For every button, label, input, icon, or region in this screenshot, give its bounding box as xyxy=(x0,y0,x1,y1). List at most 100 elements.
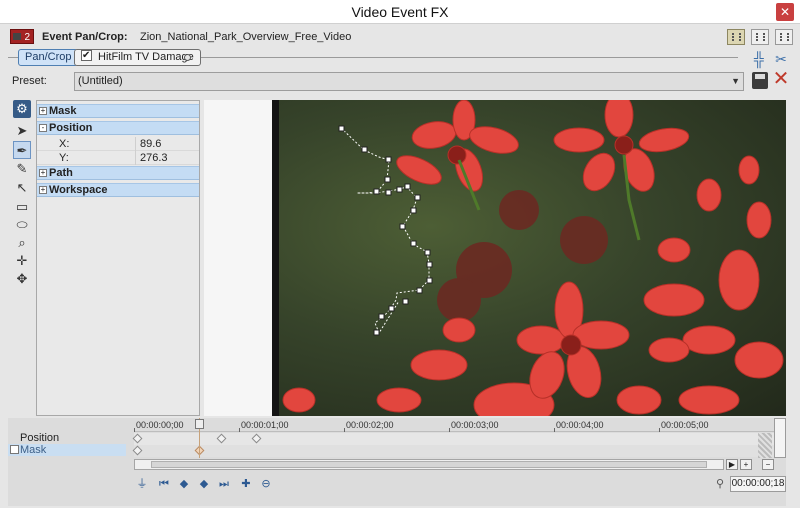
add-keyframe-icon[interactable]: ✚ xyxy=(238,476,254,492)
keyframe-diamond[interactable] xyxy=(251,433,262,444)
workspace-area xyxy=(204,100,272,416)
preview-canvas[interactable] xyxy=(204,100,786,416)
time-ruler[interactable]: 00:00:00;00 00:00:01;00 00:00:02;00 00:0… xyxy=(134,418,774,432)
property-grid: + Mask - Position X: 89.6 Y: 276.3 + Pat… xyxy=(36,100,200,416)
property-label: Y: xyxy=(59,152,69,164)
ellipse-tool-icon[interactable]: ⬭ xyxy=(13,216,31,234)
timeline-end-region xyxy=(758,433,772,458)
tick-label: 00:00:03;00 xyxy=(451,420,499,430)
tick-mark xyxy=(239,428,240,432)
category-path[interactable]: + Path xyxy=(37,166,199,180)
keyframe-diamond[interactable] xyxy=(216,433,227,444)
expand-icon[interactable]: + xyxy=(39,107,47,115)
collapse-icon[interactable]: - xyxy=(39,124,47,132)
delete-keyframe-icon[interactable]: ⊖ xyxy=(258,476,274,492)
bezier-tool-icon[interactable]: ↖ xyxy=(13,179,31,197)
track-position[interactable]: Position xyxy=(8,432,126,444)
tick-mark xyxy=(659,428,660,432)
remove-plugin-icon[interactable]: ✂ xyxy=(772,50,790,68)
rectangle-tool-icon[interactable]: ▭ xyxy=(13,198,31,216)
category-position[interactable]: - Position xyxy=(37,121,199,135)
tick-mark xyxy=(134,428,135,432)
tick-mark xyxy=(344,428,345,432)
cursor-time-display[interactable]: 00:00:00;18 xyxy=(730,476,786,492)
pin-icon[interactable]: ⚲ xyxy=(716,477,726,491)
preset-row: Preset: (Untitled) ▼ xyxy=(0,72,800,92)
zoom-out-button[interactable]: − xyxy=(762,459,774,470)
previous-keyframe-icon[interactable]: ◆ xyxy=(176,476,192,492)
expand-icon[interactable]: + xyxy=(39,169,47,177)
pointer-tool-icon[interactable]: ➤ xyxy=(13,122,31,140)
property-row-y[interactable]: Y: 276.3 xyxy=(37,151,199,165)
first-keyframe-icon[interactable]: ⏮ xyxy=(156,476,172,492)
vertical-scrollbar[interactable] xyxy=(774,418,786,458)
track-label: Mask xyxy=(20,444,47,456)
view-layout-1-button[interactable] xyxy=(727,29,745,45)
bypass-checkbox[interactable] xyxy=(81,48,92,63)
fx-chain-icon xyxy=(13,33,21,40)
anchor-creation-tool-icon[interactable]: ✒ xyxy=(13,141,31,159)
category-label: Path xyxy=(49,167,73,179)
flower-image xyxy=(282,100,784,416)
fx-chain: Pan/Crop HitFilm TV Damage xyxy=(8,48,738,67)
tick-label: 00:00:02;00 xyxy=(346,420,394,430)
chain-item-label: HitFilm TV Damage xyxy=(98,51,194,63)
property-row-x[interactable]: X: 89.6 xyxy=(37,137,199,151)
window-title: Video Event FX xyxy=(351,4,449,20)
chain-item-hitfilm-tv-damage[interactable]: HitFilm TV Damage xyxy=(74,48,201,66)
sync-cursor-icon[interactable]: ⏚ xyxy=(134,476,150,492)
delete-preset-icon[interactable]: ✕ xyxy=(772,68,790,90)
playhead-handle[interactable] xyxy=(195,419,204,429)
view-layout-2-button[interactable] xyxy=(751,29,769,45)
close-button[interactable]: ✕ xyxy=(776,3,794,21)
chain-end-node xyxy=(184,54,191,61)
keyframe-row-mask[interactable] xyxy=(132,445,774,457)
zoom-tool-icon[interactable]: ⌕ xyxy=(13,234,31,252)
keyframe-diamond[interactable] xyxy=(132,433,143,444)
preset-value: (Untitled) xyxy=(78,75,123,87)
move-tool-icon[interactable]: ✥ xyxy=(13,270,31,288)
tick-mark xyxy=(554,428,555,432)
category-label: Workspace xyxy=(49,184,108,196)
tool-strip: ⚙ ➤ ✒ ✎ ↖ ▭ ⬭ ⌕ ✛ ✥ xyxy=(8,98,36,416)
property-value[interactable]: 276.3 xyxy=(135,151,168,165)
keyframe-diamond[interactable] xyxy=(132,445,143,456)
event-header: 2 Event Pan/Crop: Zion_National_Park_Ove… xyxy=(0,26,800,48)
tick-label: 00:00:00;00 xyxy=(136,420,184,430)
layout-icon xyxy=(732,33,741,41)
event-name: Zion_National_Park_Overview_Free_Video xyxy=(140,31,352,43)
view-layout-3-button[interactable] xyxy=(775,29,793,45)
move-anchor-tool-icon[interactable]: ✛ xyxy=(13,252,31,270)
horizontal-scrollbar[interactable] xyxy=(134,459,724,470)
expand-icon[interactable]: + xyxy=(39,186,47,194)
track-list: Position Mask xyxy=(8,432,126,458)
video-frame[interactable] xyxy=(279,100,786,416)
fx-badge[interactable]: 2 xyxy=(10,29,34,44)
property-label: X: xyxy=(59,138,70,150)
save-preset-icon[interactable] xyxy=(752,72,768,89)
category-workspace[interactable]: + Workspace xyxy=(37,183,199,197)
tick-label: 00:00:01;00 xyxy=(241,420,289,430)
track-mask[interactable]: Mask xyxy=(8,444,126,456)
category-mask[interactable]: + Mask xyxy=(37,104,199,118)
chevron-down-icon: ▼ xyxy=(731,76,740,86)
scroll-right-button[interactable]: ▶ xyxy=(726,459,738,470)
chain-item-label: Pan/Crop xyxy=(25,51,72,63)
tick-label: 00:00:04;00 xyxy=(556,420,604,430)
tick-label: 00:00:05;00 xyxy=(661,420,709,430)
pen-tool-icon[interactable]: ✎ xyxy=(13,160,31,178)
preset-dropdown[interactable]: (Untitled) ▼ xyxy=(74,72,744,91)
frame-edge xyxy=(272,100,279,416)
scroll-thumb[interactable] xyxy=(151,461,707,468)
plugin-chain-icon[interactable]: ╬ xyxy=(750,50,768,68)
last-keyframe-icon[interactable]: ⏭ xyxy=(216,476,232,492)
fx-count: 2 xyxy=(24,32,30,43)
gear-icon[interactable]: ⚙ xyxy=(13,100,31,118)
next-keyframe-icon[interactable]: ◆ xyxy=(196,476,212,492)
preset-label: Preset: xyxy=(12,75,47,87)
keyframe-row-position[interactable] xyxy=(132,433,774,445)
chain-item-pan-crop[interactable]: Pan/Crop xyxy=(18,49,79,66)
track-enable-checkbox[interactable] xyxy=(10,445,19,454)
zoom-in-button[interactable]: + xyxy=(740,459,752,470)
property-value[interactable]: 89.6 xyxy=(135,137,161,151)
